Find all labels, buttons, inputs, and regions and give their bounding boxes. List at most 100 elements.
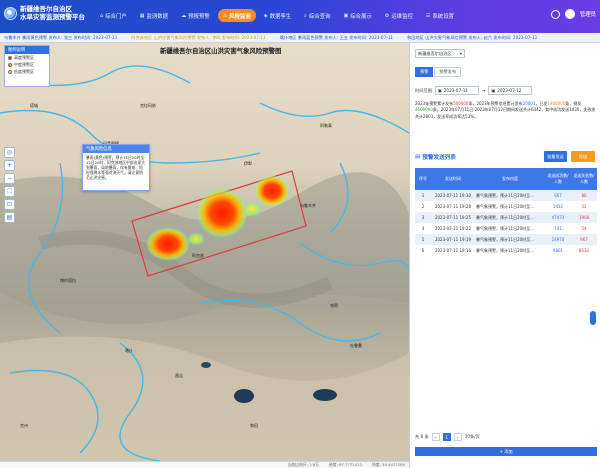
warning-send-table: 序号 发送时间 发布内容 发送成功数/人数 发送失败数/人数 1 2023-07-11 1… — [415, 168, 597, 256]
nav-item-3[interactable]: ⚠ 风险监测 — [217, 9, 256, 22]
filter-label: 时间范围 — [415, 87, 432, 93]
risk-icon: ⚠ — [222, 12, 228, 19]
fullscreen-icon[interactable]: ⛶ — [4, 186, 15, 197]
nav-item-label: 风险监测 — [229, 13, 251, 20]
row-success-count[interactable]: 14970 — [545, 234, 571, 245]
home-icon: ⌂ — [100, 12, 104, 19]
tab-warning[interactable]: 预警 — [415, 67, 434, 77]
row-fail-count[interactable]: 967 — [571, 234, 597, 245]
nav-item-label: 综合展示 — [350, 13, 372, 20]
risk-hotspot[interactable] — [254, 175, 290, 207]
map-view[interactable]: 新疆维吾尔自治区山洪灾害气象风险预警图 巴音郭楞 阿克苏 伊犁 塔城 博尔塔拉 … — [0, 43, 409, 461]
app-title-line1: 新疆维吾尔自治区 — [20, 5, 72, 13]
row-send-time: 2023-07-11 19:25 — [431, 212, 475, 223]
settings-icon: ☰ — [425, 12, 431, 19]
place-label: 克州 — [20, 423, 28, 428]
bell-icon[interactable] — [550, 9, 560, 19]
panel-collapse-handle[interactable] — [590, 311, 596, 325]
place-label: 和田 — [250, 423, 258, 428]
table-row[interactable]: 1 2023-07-11 19:30 暴气象预警，预计11日20时至… 667 80 — [415, 190, 597, 201]
table-row[interactable]: 6 2023-07-11 19:16 暴气象预警，预计11日20时至… 6801 863… — [415, 245, 597, 256]
place-label: 乌鲁木齐 — [300, 203, 316, 208]
risk-hotspot[interactable] — [187, 232, 205, 246]
lake — [234, 389, 254, 403]
table-row[interactable]: 4 2023-07-11 19:22 暴气象预警，预计11日20时至… 741 54 — [415, 223, 597, 234]
username[interactable]: 管理员 — [580, 10, 596, 18]
nav-item-label: 综合查询 — [308, 13, 331, 20]
next-page-button[interactable]: › — [453, 433, 462, 441]
legend-label: 低度预警区 — [14, 69, 34, 74]
legend-label: 高度预警区 — [14, 55, 34, 60]
summary-text: 500000 — [453, 101, 469, 106]
row-success-count[interactable]: 1432 — [545, 201, 571, 212]
row-success-count[interactable]: 741 — [545, 223, 571, 234]
date-from-input[interactable]: ▣ 2023-07-11 — [434, 86, 479, 95]
nav-item-5[interactable]: ⌕ 综合查询 — [299, 9, 335, 22]
popup-body: 暴雨(黄色)预警，预计11日20时至12日20时，阿克苏地区中部出现大到暴雨，局… — [86, 155, 146, 180]
nav-item-4[interactable]: ◈ 数据孪生 — [259, 9, 296, 22]
monitor-icon: ▦ — [139, 12, 145, 19]
zoom-out-icon[interactable]: − — [4, 173, 15, 184]
panel-tabs: 预警 预警发布 — [415, 67, 462, 77]
place-label: 哈密 — [330, 303, 338, 308]
row-fail-count[interactable]: 1908 — [571, 212, 597, 223]
row-fail-count[interactable]: 32 — [571, 201, 597, 212]
page-size-select[interactable]: 10条/页 — [465, 434, 480, 440]
nav-item-1[interactable]: ▦ 监测数据 — [135, 9, 173, 22]
locate-icon[interactable]: ◎ — [4, 147, 15, 158]
row-content: 暴气象预警，预计11日20时至… — [475, 245, 545, 256]
measure-icon[interactable]: ⊡ — [4, 199, 15, 210]
region-select[interactable]: 新疆维吾尔自治区 ▾ — [415, 49, 465, 58]
batch-send-button[interactable]: 批量发送 — [544, 151, 567, 162]
list-title: ▤ 预警发送列表 — [415, 153, 456, 161]
avatar[interactable] — [564, 9, 575, 19]
ticker-item[interactable]: 阿克苏地区 山洪灾害气象风险预警 发布人: 李四 发布时间: 2023-07-1… — [131, 35, 265, 41]
row-send-time: 2023-07-11 19:28 — [431, 201, 475, 212]
nav-item-2[interactable]: ☁ 预报预警 — [176, 9, 215, 22]
nav-item-label: 运维监控 — [391, 13, 413, 20]
legend-item[interactable]: 低度预警区 — [5, 68, 49, 75]
nav-item-8[interactable]: ☰ 系统设置 — [421, 9, 459, 22]
nav-item-0[interactable]: ⌂ 综合门户 — [95, 9, 132, 22]
summary-text: 4600000 — [415, 107, 433, 113]
nav-item-label: 数据孪生 — [269, 13, 292, 20]
row-success-count[interactable]: 6801 — [545, 245, 571, 256]
nav-item-label: 监测数据 — [146, 13, 169, 20]
table-row[interactable]: 5 2023-07-11 19:19 暴气象预警，预计11日20时至… 14970 96… — [415, 234, 597, 245]
place-label: 博尔塔拉 — [60, 278, 76, 283]
nav-item-6[interactable]: ▣ 综合展示 — [339, 9, 377, 22]
ticker-item[interactable]: 和田地区 山洪灾害气象风险预警 发布人: 赵六 发布时间: 2023-07-11 — [407, 35, 537, 41]
legend-item[interactable]: 高度预警区 — [5, 54, 49, 61]
row-success-count[interactable]: 47473 — [545, 212, 571, 223]
page-button-current[interactable]: 1 — [442, 433, 451, 441]
row-fail-count[interactable]: 54 — [571, 223, 597, 234]
map-status-bar: 当前比例尺: 1:8万 经度: 87.7771412 纬度: 39.447128… — [0, 461, 409, 468]
layers-icon[interactable]: ▤ — [4, 212, 15, 223]
chevron-down-icon: ▾ — [459, 51, 462, 56]
risk-hotspot[interactable] — [196, 188, 248, 238]
export-button[interactable]: 导出 — [571, 151, 595, 162]
ticker-item[interactable]: 乌鲁木齐 暴雨黄色预警 发布人: 张三 发布时间: 2023-07-11 — [4, 35, 117, 41]
map-toolbar: ◎ + − ⛶ ⊡ ▤ — [4, 147, 15, 223]
zoom-in-icon[interactable]: + — [4, 160, 15, 171]
row-content: 暴气象预警，预计11日20时至… — [475, 223, 545, 234]
ticker-item[interactable]: 喀什地区 暴雨蓝色预警 发布人: 王五 发布时间: 2023-07-11 — [280, 35, 393, 41]
tab-warning-publish[interactable]: 预警发布 — [434, 67, 462, 77]
risk-hotspot[interactable] — [146, 227, 190, 261]
legend-swatch — [8, 70, 12, 74]
table-row[interactable]: 3 2023-07-11 19:25 暴气象预警，预计11日20时至… 47473 19… — [415, 212, 597, 223]
row-fail-count[interactable]: 80 — [571, 190, 597, 201]
risk-hotspot[interactable] — [242, 201, 262, 217]
row-success-count[interactable]: 667 — [545, 190, 571, 201]
nav-item-7[interactable]: ⚙ 运维监控 — [380, 9, 418, 22]
row-fail-count[interactable]: 8632 — [571, 245, 597, 256]
legend-item[interactable]: 中度预警区 — [5, 61, 49, 68]
map-legend: 图例说明 高度预警区 中度预警区 低度预警区 — [4, 45, 50, 87]
add-button[interactable]: + 添加 — [415, 447, 597, 456]
table-row[interactable]: 2 2023-07-11 19:28 暴气象预警，预计11日20时至… 1432 32 — [415, 201, 597, 212]
desert-terrain — [0, 336, 409, 461]
place-label: 昌吉 — [175, 373, 183, 378]
prev-page-button[interactable]: ‹ — [431, 433, 440, 441]
table-header-row: 序号 发送时间 发布内容 发送成功数/人数 发送失败数/人数 — [415, 168, 597, 190]
date-to-input[interactable]: ▣ 2023-07-12 — [488, 86, 533, 95]
